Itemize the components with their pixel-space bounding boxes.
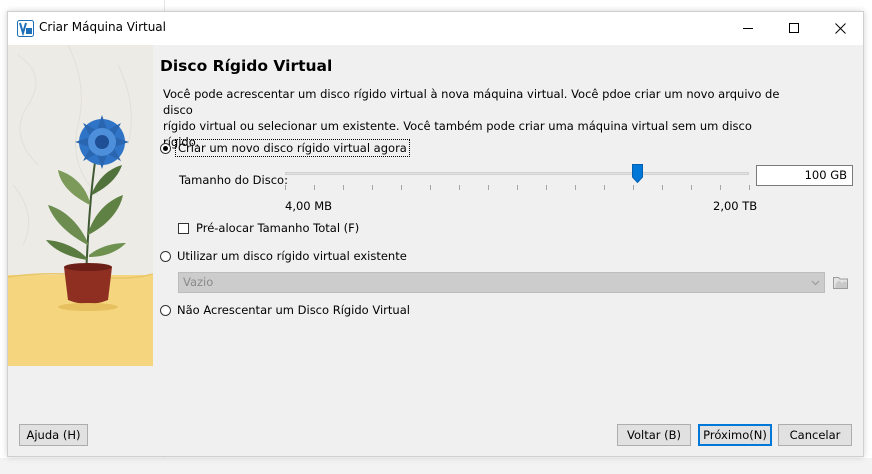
- background-strip: [0, 458, 872, 474]
- disk-size-max-label: 2,00 TB: [713, 199, 758, 213]
- existing-disk-select-value: Vazio: [183, 275, 214, 289]
- slider-ticks: [285, 185, 750, 190]
- radio-use-existing[interactable]: [160, 250, 171, 262]
- button-bar: Ajuda (H) Voltar (B) Próximo(N) Cancelar: [8, 413, 863, 456]
- preallocate-option[interactable]: Pré-alocar Tamanho Total (F): [178, 221, 359, 235]
- maximize-button[interactable]: [771, 12, 817, 45]
- folder-open-icon[interactable]: [832, 273, 850, 291]
- option-use-existing-label: Utilizar um disco rígido virtual existen…: [177, 249, 407, 263]
- close-button[interactable]: [817, 12, 863, 45]
- preallocate-label: Pré-alocar Tamanho Total (F): [196, 221, 360, 235]
- preallocate-checkbox[interactable]: [178, 222, 189, 234]
- disk-size-slider-track[interactable]: [285, 172, 749, 175]
- maximize-icon: [788, 23, 799, 33]
- next-button[interactable]: Próximo(N): [698, 424, 772, 446]
- cancel-button[interactable]: Cancelar: [778, 424, 852, 446]
- option-create-new[interactable]: Criar um novo disco rígido virtual agora: [160, 139, 410, 157]
- disk-size-input[interactable]: 100 GB: [756, 165, 853, 186]
- radio-no-disk[interactable]: [160, 304, 171, 316]
- minimize-button[interactable]: [725, 12, 771, 45]
- option-use-existing[interactable]: Utilizar um disco rígido virtual existen…: [160, 249, 407, 263]
- option-no-disk[interactable]: Não Acrescentar um Disco Rígido Virtual: [160, 303, 410, 317]
- create-vm-dialog: Criar Máquina Virtual Disco Rígido Virtu…: [7, 11, 864, 457]
- back-button[interactable]: Voltar (B): [617, 424, 691, 446]
- disk-size-label: Tamanho do Disco:: [179, 173, 288, 187]
- option-no-disk-label: Não Acrescentar um Disco Rígido Virtual: [177, 303, 410, 317]
- wizard-content: Disco Rígido Virtual Você pode acrescent…: [8, 45, 863, 382]
- existing-disk-select[interactable]: Vazio: [178, 272, 825, 293]
- title-bar[interactable]: Criar Máquina Virtual: [8, 12, 863, 45]
- plant-illustration: [8, 45, 153, 366]
- close-icon: [834, 23, 846, 34]
- window-title: Criar Máquina Virtual: [39, 20, 166, 34]
- option-create-new-label: Criar um novo disco rígido virtual agora: [175, 139, 410, 157]
- disk-size-min-label: 4,00 MB: [285, 199, 333, 213]
- virtualbox-icon: [17, 20, 34, 37]
- radio-create-new[interactable]: [160, 142, 171, 154]
- help-button[interactable]: Ajuda (H): [19, 424, 88, 446]
- description-line-1: Você pode acrescentar um disco rígido vi…: [163, 87, 780, 117]
- chevron-down-icon: [811, 280, 820, 286]
- page-title: Disco Rígido Virtual: [160, 57, 333, 75]
- minimize-icon: [742, 28, 753, 29]
- disk-size-slider-thumb[interactable]: [632, 164, 643, 183]
